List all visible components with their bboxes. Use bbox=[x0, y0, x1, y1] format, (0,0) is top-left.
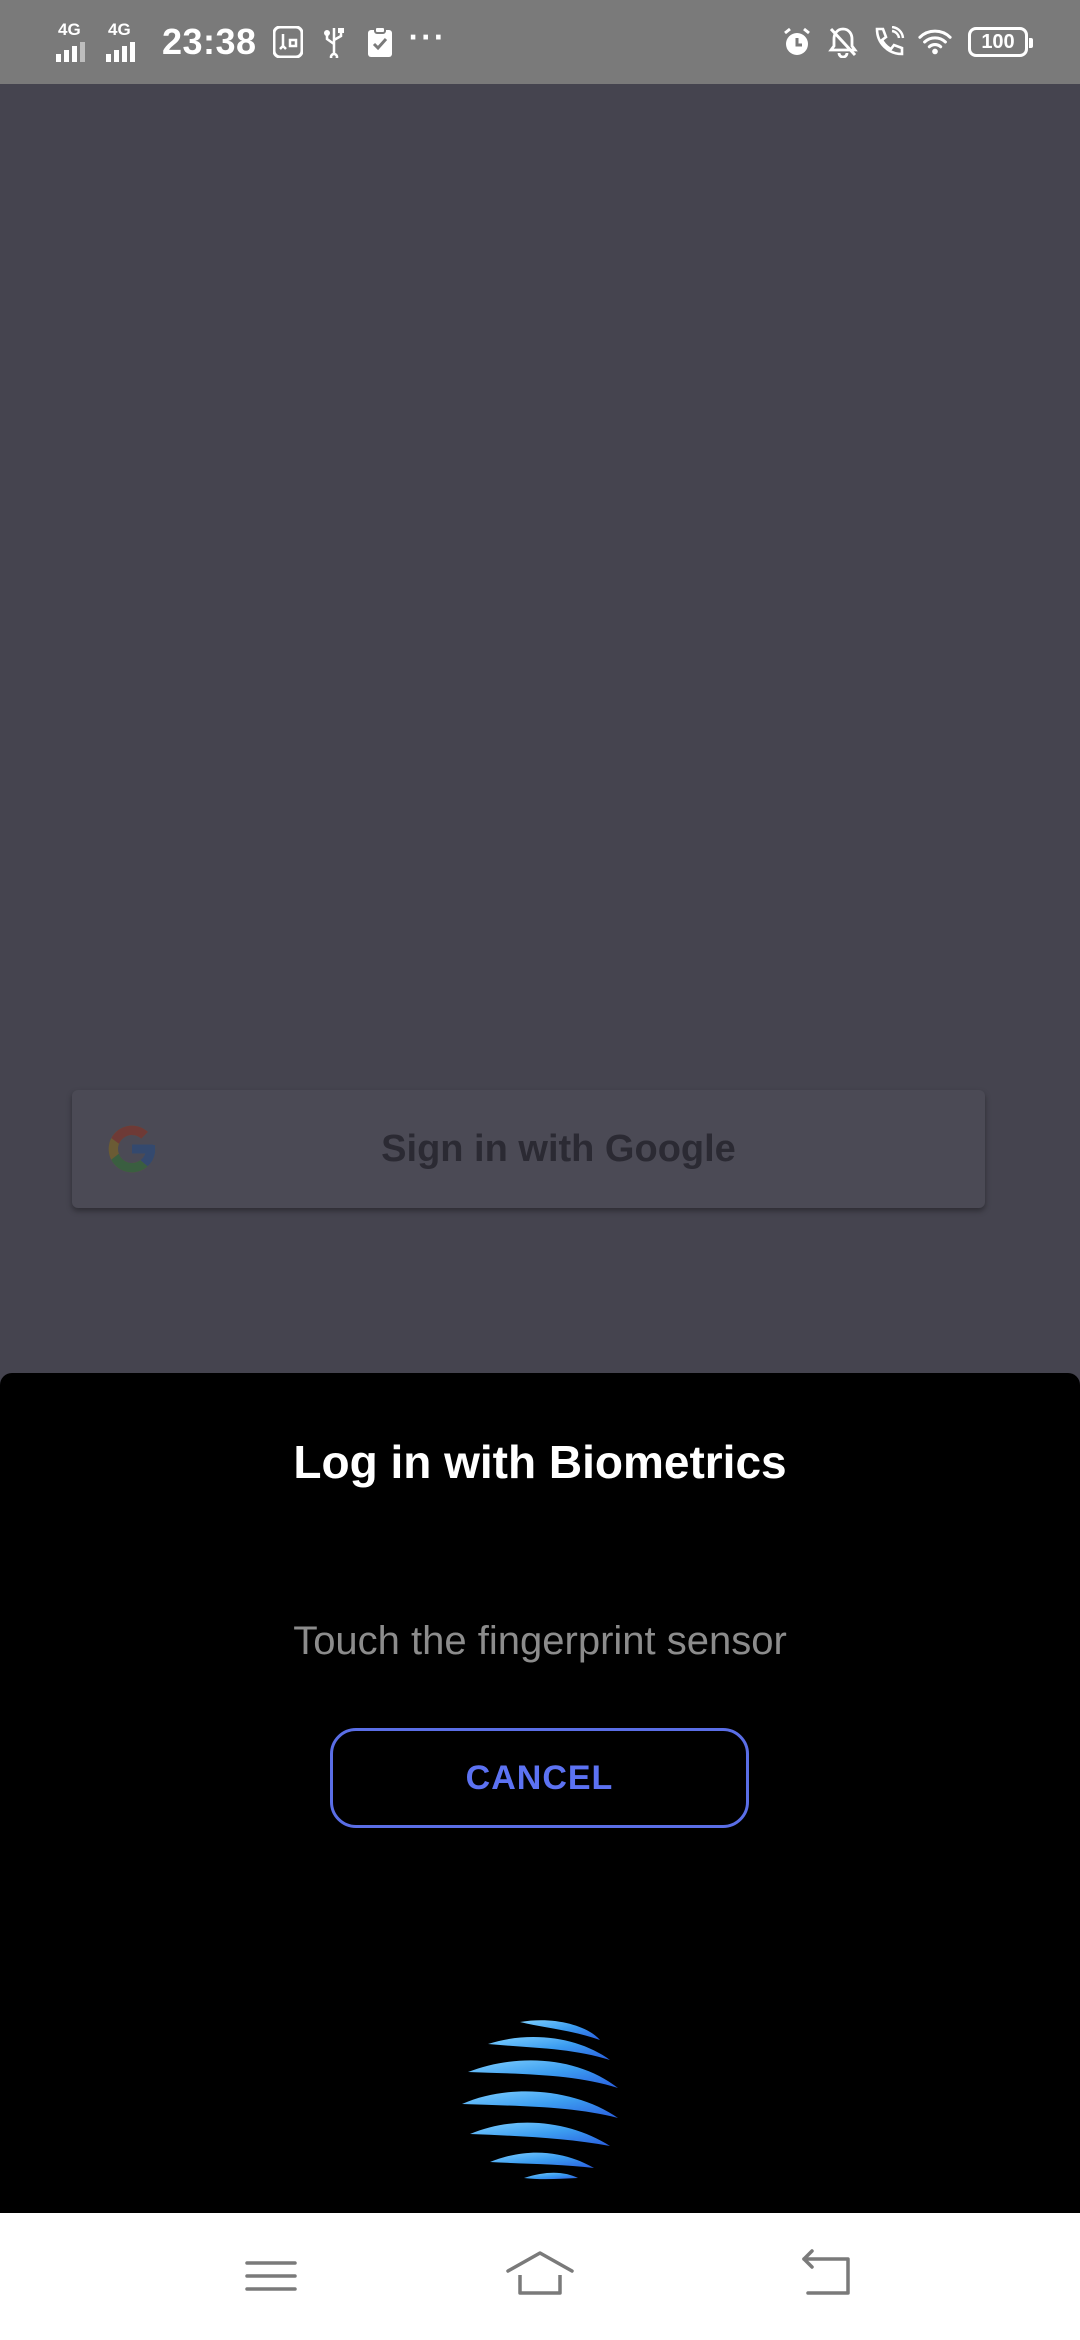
overflow-dots-icon: ··· bbox=[408, 19, 447, 55]
volte-call-icon bbox=[872, 25, 906, 59]
status-left: 4G 4G 23:38 ··· bbox=[56, 18, 447, 66]
alarm-icon bbox=[780, 25, 814, 59]
biometric-prompt-sheet: Log in with Biometrics Touch the fingerp… bbox=[0, 1373, 1080, 2213]
biometric-subtitle: Touch the fingerprint sensor bbox=[293, 1619, 787, 1663]
status-time: 23:38 bbox=[162, 21, 257, 62]
wifi-icon bbox=[918, 25, 952, 59]
menu-icon[interactable] bbox=[235, 2243, 307, 2309]
notifications-off-icon bbox=[826, 25, 860, 59]
biometric-title: Log in with Biometrics bbox=[293, 1436, 787, 1488]
cancel-button[interactable]: CANCEL bbox=[330, 1728, 749, 1828]
clipboard-check-icon bbox=[363, 25, 397, 59]
usb-debug-icon bbox=[271, 25, 305, 59]
battery-indicator: 100 bbox=[968, 27, 1033, 57]
status-bar: 4G 4G 23:38 ··· 100 bbox=[0, 0, 1080, 84]
home-icon[interactable] bbox=[504, 2243, 576, 2309]
usb-icon bbox=[317, 25, 351, 59]
signal-icon-1: 4G bbox=[56, 20, 96, 64]
status-right: 100 bbox=[780, 18, 1033, 66]
navigation-bar bbox=[0, 2213, 1080, 2340]
back-icon[interactable] bbox=[790, 2243, 862, 2309]
google-signin-button[interactable]: Sign in with Google bbox=[72, 1090, 985, 1208]
google-signin-label: Sign in with Google bbox=[381, 1127, 736, 1170]
fingerprint-sensor-icon[interactable] bbox=[460, 2018, 620, 2180]
signal-icon-2: 4G bbox=[106, 20, 146, 64]
